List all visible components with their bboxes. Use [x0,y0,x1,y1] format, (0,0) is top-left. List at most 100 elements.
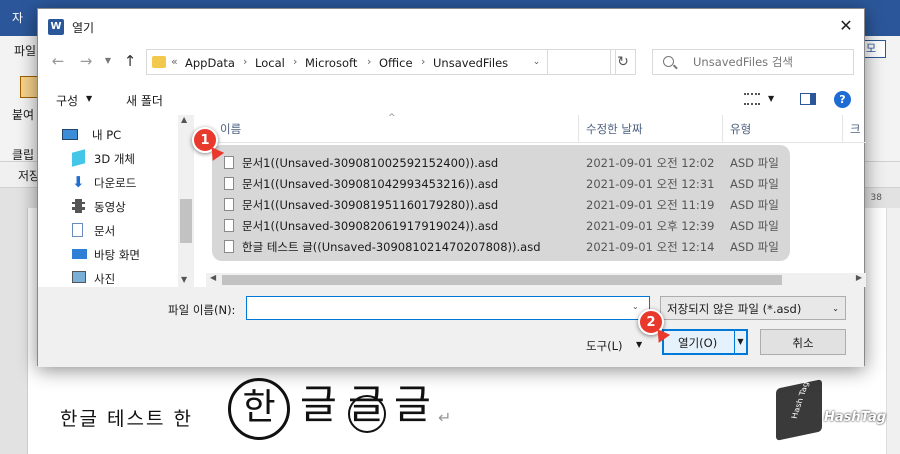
file-type: ASD 파일 [730,156,779,170]
file-icon [224,198,234,211]
filename-dropdown-icon[interactable]: ⌄ [632,302,639,311]
close-button[interactable]: ✕ [832,13,860,39]
file-icon [224,240,234,253]
file-name: 문서1((Unsaved-309081002592152400)).asd [242,156,499,170]
refresh-icon[interactable]: ↻ [610,49,636,75]
new-folder-button[interactable]: 새 폴더 [126,92,163,109]
view-options-icon[interactable] [744,93,760,105]
document-text: 한글 테스트 한 [60,408,193,430]
logo-cube-text: Hash Tag [789,381,811,420]
document-circled-han: 한 [228,378,290,440]
logo-text: HashTag [824,410,887,425]
picture-icon [72,271,86,283]
file-type: ASD 파일 [730,198,779,212]
dialog-title: 열기 [72,21,95,35]
file-icon [224,219,234,232]
breadcrumb-separator[interactable]: › [293,55,297,68]
breadcrumb-local[interactable]: Local [255,56,285,70]
file-date: 2021-09-01 오전 12:02 [586,156,715,170]
paste-icon[interactable] [20,76,38,98]
close-icon: ✕ [839,16,853,35]
organize-button[interactable]: 구성 [56,92,78,109]
breadcrumb-separator[interactable]: › [421,55,425,68]
video-icon [72,199,85,213]
breadcrumb-unsavedfiles[interactable]: UnsavedFiles [433,56,508,70]
file-icon [224,156,234,169]
file-date: 2021-09-01 오전 11:19 [586,198,715,212]
file-date: 2021-09-01 오전 12:31 [586,177,715,191]
file-row[interactable]: 문서1((Unsaved-309081002592152400)).asd 20… [224,153,784,173]
preview-pane-icon[interactable] [800,93,816,105]
scroll-up-icon[interactable]: ▲ [181,115,187,124]
document-icon [72,223,83,237]
vertical-ruler [0,208,28,454]
desktop-icon [72,249,87,259]
chevron-down-icon[interactable]: ▼ [86,94,92,103]
file-list: ^ 이름 수정한 날짜 유형 크 문서1((Unsaved-3090810025… [206,113,866,287]
paste-label: 붙여 [12,108,35,122]
column-header-size[interactable]: 크 [850,121,861,137]
address-dropdown-icon[interactable]: ⌄ [526,49,548,75]
pc-icon [62,129,78,140]
document-geul-1: 글 [300,382,337,428]
file-icon [224,177,234,190]
filetype-value: 저장되지 않은 파일 (*.asd) [667,302,802,316]
word-app-icon: W [48,19,64,35]
column-headers: ^ 이름 수정한 날짜 유형 크 [206,113,866,143]
column-header-type[interactable]: 유형 [730,121,751,137]
open-dialog: W 열기 ✕ ← → ▼ ↑ « AppData › Local › Micro… [37,8,866,367]
forward-arrow-icon[interactable]: → [78,53,94,69]
breadcrumb-separator[interactable]: › [243,55,247,68]
file-row[interactable]: 문서1((Unsaved-309081951160179280)).asd 20… [224,195,784,215]
file-row[interactable]: 문서1((Unsaved-309081042993453216)).asd 20… [224,174,784,194]
column-header-date[interactable]: 수정한 날짜 [586,121,643,137]
file-name: 문서1((Unsaved-309082061917919024)).asd [242,219,499,233]
toolbar: 구성 ▼ 새 폴더 ▼ ? [38,85,864,113]
file-name: 문서1((Unsaved-309081951160179280)).asd [242,198,499,212]
nav-item-label: 사진 [94,272,116,286]
breadcrumb-microsoft[interactable]: Microsoft [305,56,357,70]
breadcrumb-appdata[interactable]: AppData [185,56,235,70]
scrollbar-thumb[interactable] [180,199,192,243]
back-arrow-icon[interactable]: ← [50,53,66,69]
column-header-name[interactable]: 이름 [220,121,241,137]
column-divider[interactable] [842,115,843,143]
chevron-down-icon[interactable]: ▼ [768,94,774,103]
filetype-select[interactable]: 저장되지 않은 파일 (*.asd) ⌄ [660,296,846,320]
folder-icon [152,56,166,68]
search-icon [663,56,674,67]
nav-item-label: 문서 [94,224,116,238]
column-divider[interactable] [722,115,723,143]
tools-button[interactable]: 도구(L) [586,338,623,354]
file-name: 한글 테스트 글((Unsaved-309081021470207808)).a… [242,240,541,254]
file-type: ASD 파일 [730,240,779,254]
paragraph-mark: ↵ [438,408,452,427]
search-box[interactable] [652,49,854,75]
scroll-left-icon[interactable]: ◀ [210,273,216,282]
recent-locations-icon[interactable]: ▼ [100,53,116,69]
search-input[interactable] [693,55,843,69]
file-type: ASD 파일 [730,219,779,233]
file-row[interactable]: 한글 테스트 글((Unsaved-309081021470207808)).a… [224,237,784,257]
word-title: 자 [12,11,24,25]
up-arrow-icon[interactable]: ↑ [122,53,138,69]
scroll-down-icon[interactable]: ▼ [181,275,187,284]
dialog-titlebar[interactable]: W 열기 ✕ [38,9,864,43]
column-divider[interactable] [578,115,579,143]
breadcrumb-overflow[interactable]: « [171,55,178,68]
file-row[interactable]: 문서1((Unsaved-309082061917919024)).asd 20… [224,216,784,236]
scrollbar-thumb[interactable] [222,275,782,285]
help-icon[interactable]: ? [834,91,851,108]
logo-cube-icon: Hash Tag [776,379,822,441]
navigation-row: ← → ▼ ↑ « AppData › Local › Microsoft › … [38,45,864,79]
scroll-right-icon[interactable]: ▶ [856,273,862,282]
tab-file[interactable]: 파일 [14,42,36,59]
breadcrumb-separator[interactable]: › [367,55,371,68]
filename-input[interactable] [246,296,650,320]
breadcrumb-office[interactable]: Office [379,56,413,70]
chevron-down-icon[interactable]: ▼ [636,340,642,349]
horizontal-scrollbar[interactable]: ◀ ▶ [206,273,866,287]
cancel-button[interactable]: 취소 [760,329,846,355]
filename-label: 파일 이름(N): [168,303,236,317]
open-options-dropdown-icon[interactable]: ▼ [734,329,748,355]
